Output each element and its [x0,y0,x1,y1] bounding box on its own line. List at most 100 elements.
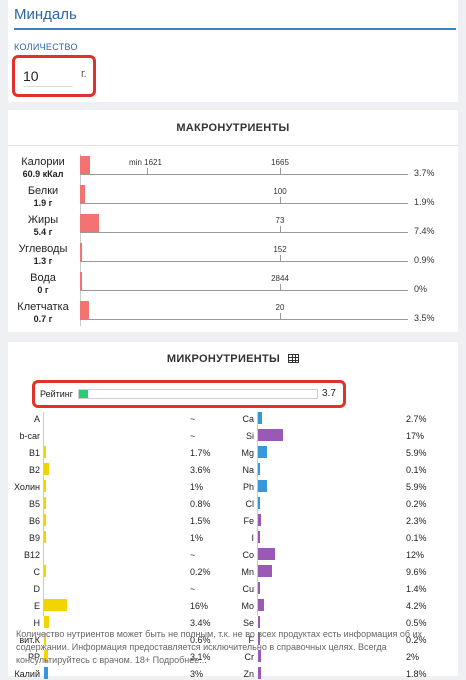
micro-value: 12% [406,550,425,560]
micro-row: I 0.1% [8,531,458,548]
quantity-input[interactable] [23,65,73,87]
micro-name: Fe [243,516,254,526]
micro-value: 0.2% [406,499,427,509]
macro-percent: 0% [414,284,428,294]
micro-name: Co [242,550,254,560]
micro-bar [258,446,267,458]
micro-row: Si 17% [8,429,458,446]
micro-row: Mg 5.9% [8,446,458,463]
macro-label: Углеводы [18,243,68,255]
micro-value: 1.4% [406,584,427,594]
product-header-panel: Миндаль КОЛИЧЕСТВО г. [8,0,458,102]
micro-name: Mo [241,601,254,611]
micro-bar [258,463,260,475]
macro-track [80,319,408,320]
rating-highlight: Рейтинг 3.7 [32,380,346,408]
micro-row: Cl 0.2% [8,497,458,514]
macro-track [80,232,408,233]
macro-bar [80,185,85,204]
macro-row: Жиры 5.4 г 73 7.4% [8,214,458,238]
micro-bar [258,497,260,509]
micro-name: Mn [241,567,254,577]
macro-max-tick [280,226,281,232]
macro-max-tick [280,313,281,319]
micro-name: Cl [245,499,255,509]
micro-value: 1.8% [406,669,427,679]
micro-name: I [251,533,254,543]
macro-name: Белки 1.9 г [12,185,74,209]
macro-label: Вода [30,272,56,284]
micro-value: 5.9% [406,448,427,458]
micro-bar [258,429,283,441]
macro-row: Калории 60.9 кКал 1665 min 1621 3.7% [8,156,458,180]
micro-value: 4.2% [406,601,427,611]
macro-amount: 0.7 г [33,314,53,324]
macro-max-value: 73 [275,216,285,225]
macro-name: Вода 0 г [12,272,74,296]
product-title: Миндаль [14,6,77,23]
micronutrients-title: МИКРОНУТРИЕНТЫ [166,353,281,365]
macro-bar [80,243,83,262]
macro-amount: 5.4 г [33,227,53,237]
micro-row: Na 0.1% [8,463,458,480]
micro-bar [258,565,272,577]
macro-row: Белки 1.9 г 100 1.9% [8,185,458,209]
micro-bar [258,531,260,543]
macro-label: Калории [21,156,65,168]
micro-name: Cu [242,584,254,594]
micro-row: Mo 4.2% [8,599,458,616]
micro-value: 5.9% [406,482,427,492]
micro-row: Co 12% [8,548,458,565]
micro-row: Ca 2.7% [8,412,458,429]
quantity-label: КОЛИЧЕСТВО [14,42,78,52]
macro-row: Углеводы 1.3 г 152 0.9% [8,243,458,266]
micro-value: 17% [406,431,425,441]
micro-value: 0.1% [406,533,427,543]
macro-name: Калории 60.9 кКал [12,156,74,180]
micro-name: Ph [242,482,254,492]
macro-track [80,203,408,204]
macro-percent: 7.4% [414,226,435,236]
rating-track [78,389,318,399]
macro-label: Клетчатка [17,301,69,313]
micro-name: Na [242,465,254,475]
micro-bar [258,582,261,594]
macro-max-tick [280,168,281,174]
macro-name: Клетчатка 0.7 г [12,301,74,325]
micro-value: 0.1% [406,465,427,475]
micro-name: Mg [241,448,254,458]
micro-name: Si [245,431,254,441]
macro-percent: 1.9% [414,197,435,207]
micro-bar [258,667,261,679]
macro-max-value: 1665 [271,158,289,167]
micro-bar [258,514,262,526]
macro-max-value: 20 [275,303,285,312]
micro-value: 2.7% [406,414,427,424]
micronutrients-header: МИКРОНУТРИЕНТЫ [8,342,458,376]
micro-row: Ph 5.9% [8,480,458,497]
micro-value: 9.6% [406,567,427,577]
macro-amount: 60.9 кКал [22,169,64,179]
macro-min-tick [147,168,148,174]
macronutrients-title: МАКРОНУТРИЕНТЫ [8,110,458,146]
macro-row: Вода 0 г 2844 0% [8,272,458,296]
macro-percent: 0.9% [414,255,435,265]
disclaimer-text: Количество нутриентов может быть не полн… [16,629,423,665]
micro-value: 2.3% [406,516,427,526]
table-icon[interactable] [288,354,300,363]
macro-max-tick [280,255,281,261]
macro-track [80,290,408,291]
macronutrients-panel: МАКРОНУТРИЕНТЫ Калории 60.9 кКал 1665 min 1… [8,110,458,332]
micro-bar [258,616,260,628]
micro-row: Zn 1.8% [8,667,458,680]
macro-track [80,174,408,175]
macro-label: Жиры [27,214,59,226]
macro-name: Жиры 5.4 г [12,214,74,238]
micro-row: Mn 9.6% [8,565,458,582]
micro-name: Ca [242,414,254,424]
macro-bar [80,214,100,233]
macro-amount: 1.9 г [33,198,53,208]
micro-row: Fe 2.3% [8,514,458,531]
micro-row: Cu 1.4% [8,582,458,599]
rating-label: Рейтинг [40,389,74,399]
